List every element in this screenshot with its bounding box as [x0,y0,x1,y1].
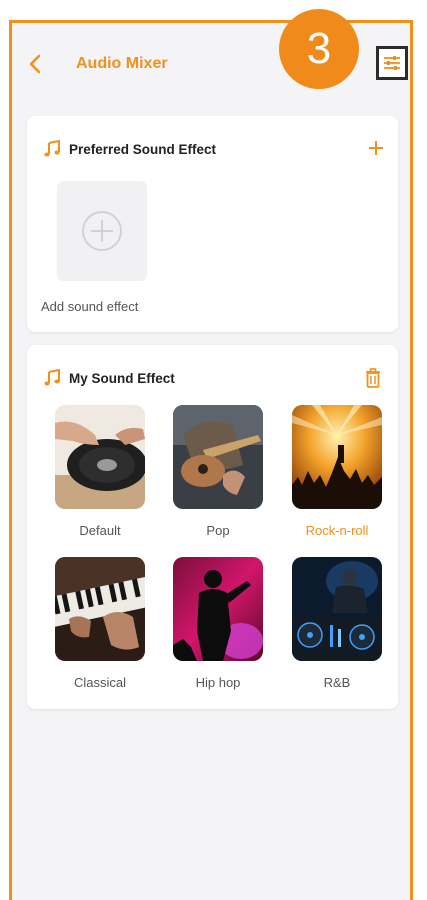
preferred-heading-label: Preferred Sound Effect [69,141,217,157]
add-circle-icon [82,211,122,251]
effect-rnb[interactable]: R&B [292,557,382,690]
dj-mixer-image [292,557,382,661]
trash-icon[interactable] [364,368,382,388]
hip-hop-performer-image [173,557,263,661]
my-effects-heading: My Sound Effect [43,369,175,387]
effect-default[interactable]: Default [55,405,145,538]
header: Audio Mixer 3 [12,9,410,105]
effect-rock-n-roll[interactable]: Rock-n-roll [292,405,382,538]
music-note-icon [44,140,60,157]
music-note-icon [44,369,60,386]
rock-concert-image [292,405,382,509]
effect-name: R&B [323,675,351,690]
effect-hip-hop[interactable]: Hip hop [173,557,263,690]
my-sound-effect-card: My Sound Effect Default Pop Rock-n-roll … [27,345,398,709]
effect-name: Hip hop [195,675,241,690]
effect-name: Pop [206,523,230,538]
effect-name: Default [79,523,121,538]
sliders-icon [384,56,400,70]
guitar-player-image [173,405,263,509]
vinyl-record-image [55,405,145,509]
effect-pop[interactable]: Pop [173,405,263,538]
settings-button[interactable] [376,46,408,80]
effect-name: Rock-n-roll [305,523,369,538]
add-sound-effect-label: Add sound effect [41,299,139,314]
page-title: Audio Mixer [76,55,168,72]
my-effects-heading-label: My Sound Effect [69,370,175,386]
add-sound-effect-button[interactable] [57,181,147,281]
preferred-sound-effect-card: Preferred Sound Effect Add sound effect [27,116,398,332]
step-badge: 3 [279,9,359,89]
plus-icon[interactable] [366,138,386,158]
effect-name: Classical [73,675,126,690]
back-arrow-icon[interactable] [26,53,46,75]
app-frame: Audio Mixer 3 Preferred Sound Effect Add… [9,9,413,900]
piano-image [55,557,145,661]
effect-classical[interactable]: Classical [55,557,145,690]
preferred-heading: Preferred Sound Effect [43,140,216,158]
